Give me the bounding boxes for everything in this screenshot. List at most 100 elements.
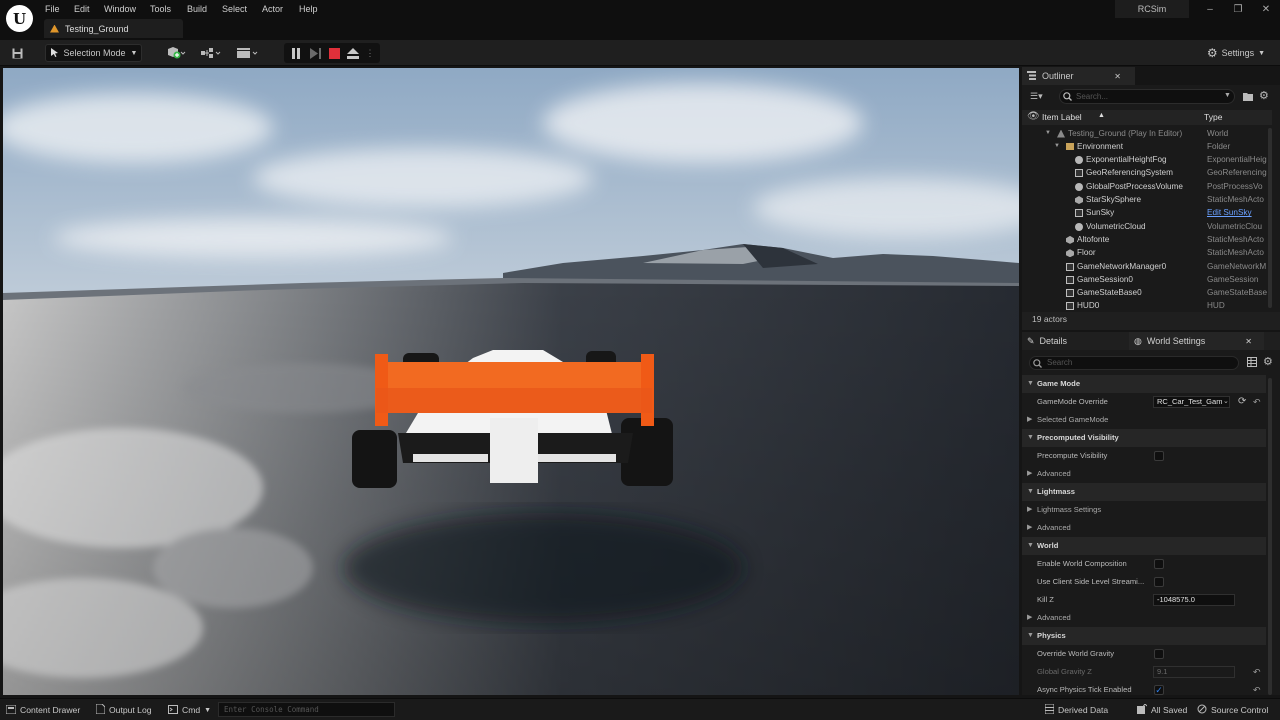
close-icon[interactable]: ✕	[1114, 72, 1121, 81]
outliner-row[interactable]: ▼ Testing_Ground (Play In Editor) World	[1022, 127, 1268, 140]
all-saved-button[interactable]: All Saved	[1137, 702, 1187, 718]
outliner-row[interactable]: GameNetworkManager0 GameNetworkM	[1022, 260, 1268, 273]
save-icon[interactable]	[8, 44, 26, 62]
details-scrollbar[interactable]	[1268, 378, 1272, 695]
menu-actor[interactable]: Actor	[262, 3, 283, 15]
add-actor-button[interactable]	[163, 44, 189, 62]
details-subcategory[interactable]: ▶ Advanced	[1022, 609, 1266, 627]
content-drawer-button[interactable]: Content Drawer	[5, 702, 80, 718]
outliner-row[interactable]: GameStateBase0 GameStateBase	[1022, 286, 1268, 299]
frame-skip-icon[interactable]	[306, 44, 324, 62]
more-options-icon[interactable]: ⋮	[365, 44, 375, 62]
outliner-row[interactable]: StarSkySphere StaticMeshActo	[1022, 193, 1268, 206]
details-category[interactable]: ▼ World	[1022, 537, 1266, 555]
settings-button[interactable]: ⚙ Settings ▼	[1206, 44, 1266, 62]
source-control-button[interactable]: Source Control	[1197, 702, 1268, 718]
expand-arrow-icon[interactable]: ▶	[1027, 465, 1032, 483]
reset-to-default-icon[interactable]: ↶	[1253, 393, 1261, 411]
console-command-input[interactable]: Enter Console Command	[218, 702, 395, 717]
outliner-row[interactable]: GlobalPostProcessVolume PostProcessVo	[1022, 180, 1268, 193]
eject-icon[interactable]	[344, 44, 362, 62]
chevron-down-icon[interactable]: ▼	[1224, 92, 1231, 99]
table-view-icon[interactable]	[1247, 357, 1257, 369]
restore-icon[interactable]: ❐	[1228, 2, 1248, 18]
cmd-dropdown[interactable]: Cmd ▼	[168, 702, 211, 718]
details-subcategory[interactable]: ▶ Advanced	[1022, 519, 1266, 537]
reset-to-default-icon[interactable]: ↶	[1253, 681, 1261, 699]
menu-tools[interactable]: Tools	[150, 3, 171, 15]
filter-icon[interactable]: ☰▾	[1030, 91, 1043, 102]
gear-icon[interactable]: ⚙	[1259, 89, 1269, 102]
gear-icon[interactable]: ⚙	[1263, 355, 1273, 368]
cinematics-menu-button[interactable]	[235, 44, 261, 62]
blueprint-menu-button[interactable]	[198, 44, 224, 62]
minimize-icon[interactable]: –	[1200, 2, 1220, 18]
collapse-arrow-icon[interactable]: ▼	[1027, 537, 1034, 555]
property-checkbox[interactable]	[1154, 649, 1164, 659]
reset-to-default-icon[interactable]: ↶	[1253, 663, 1261, 681]
menu-help[interactable]: Help	[299, 3, 318, 15]
property-checkbox[interactable]: ✓	[1154, 685, 1164, 695]
column-item-label[interactable]: Item Label	[1042, 112, 1082, 122]
menu-window[interactable]: Window	[104, 3, 136, 15]
output-log-button[interactable]: Output Log	[95, 702, 152, 718]
outliner-row[interactable]: VolumetricCloud VolumetricClou	[1022, 220, 1268, 233]
property-value-field[interactable]: -1048575.0	[1153, 594, 1235, 606]
visibility-eye-icon[interactable]: 👁	[1027, 111, 1040, 122]
details-subcategory[interactable]: ▶ Selected GameMode	[1022, 411, 1266, 429]
menu-build[interactable]: Build	[187, 3, 207, 15]
add-folder-icon[interactable]	[1243, 92, 1253, 103]
level-tab[interactable]: Testing_Ground	[44, 19, 183, 38]
tab-world-settings[interactable]: ◍ World Settings ✕	[1129, 332, 1264, 350]
tab-details[interactable]: ✎ Details	[1027, 332, 1127, 350]
expand-arrow-icon[interactable]: ▶	[1027, 519, 1032, 537]
outliner-row[interactable]: Altofonte StaticMeshActo	[1022, 233, 1268, 246]
derived-data-button[interactable]: Derived Data	[1044, 702, 1108, 718]
edit-sunsky-link[interactable]: Edit SunSky	[1207, 206, 1267, 219]
chevron-down-icon[interactable]: ⌄	[1223, 393, 1229, 411]
details-category[interactable]: ▼ Game Mode	[1022, 375, 1266, 393]
collapse-arrow-icon[interactable]: ▼	[1027, 483, 1034, 501]
expand-arrow-icon[interactable]: ▼	[1054, 140, 1060, 153]
column-type[interactable]: Type	[1204, 112, 1222, 122]
outliner-scrollbar[interactable]	[1268, 128, 1272, 308]
details-subcategory[interactable]: ▶ Lightmass Settings	[1022, 501, 1266, 519]
outliner-row[interactable]: GameSession0 GameSession	[1022, 273, 1268, 286]
selection-mode-dropdown[interactable]: Selection Mode ▼	[45, 44, 142, 62]
outliner-row[interactable]: ▼ Environment Folder	[1022, 140, 1268, 153]
details-category[interactable]: ▼ Lightmass	[1022, 483, 1266, 501]
stop-icon[interactable]	[325, 44, 343, 62]
outliner-row[interactable]: Floor StaticMeshActo	[1022, 246, 1268, 259]
gamemode-override-dropdown[interactable]: RC_Car_Test_Gam	[1153, 396, 1230, 408]
outliner-row[interactable]: SunSky Edit SunSky	[1022, 206, 1268, 219]
details-subcategory[interactable]: ▶ Advanced	[1022, 465, 1266, 483]
expand-arrow-icon[interactable]: ▶	[1027, 609, 1032, 627]
unreal-logo-icon[interactable]: U	[6, 5, 33, 32]
property-checkbox[interactable]	[1154, 451, 1164, 461]
outliner-row[interactable]: HUD0 HUD	[1022, 299, 1268, 312]
close-icon[interactable]: ✕	[1256, 2, 1276, 18]
collapse-arrow-icon[interactable]: ▼	[1027, 627, 1034, 645]
outliner-search-input[interactable]: Search...	[1059, 89, 1235, 104]
menu-select[interactable]: Select	[222, 3, 247, 15]
browse-asset-icon[interactable]: ⟳	[1238, 393, 1246, 411]
expand-arrow-icon[interactable]: ▶	[1027, 501, 1032, 519]
expand-arrow-icon[interactable]: ▶	[1027, 411, 1032, 429]
pause-icon[interactable]	[287, 44, 305, 62]
property-value-field[interactable]: 9.1	[1153, 666, 1235, 678]
details-category[interactable]: ▼ Physics	[1022, 627, 1266, 645]
details-search-input[interactable]: Search	[1029, 356, 1239, 370]
menu-edit[interactable]: Edit	[74, 3, 90, 15]
expand-arrow-icon[interactable]: ▼	[1045, 127, 1051, 140]
collapse-arrow-icon[interactable]: ▼	[1027, 375, 1034, 393]
property-checkbox[interactable]	[1154, 577, 1164, 587]
close-icon[interactable]: ✕	[1245, 337, 1252, 346]
menu-file[interactable]: File	[45, 3, 60, 15]
details-category[interactable]: ▼ Precomputed Visibility	[1022, 429, 1266, 447]
outliner-row[interactable]: ExponentialHeightFog ExponentialHeig	[1022, 153, 1268, 166]
tab-outliner[interactable]: Outliner ✕	[1022, 67, 1135, 85]
collapse-arrow-icon[interactable]: ▼	[1027, 429, 1034, 447]
level-viewport[interactable]	[3, 68, 1019, 695]
property-checkbox[interactable]	[1154, 559, 1164, 569]
outliner-row[interactable]: GeoReferencingSystem GeoReferencing	[1022, 166, 1268, 179]
